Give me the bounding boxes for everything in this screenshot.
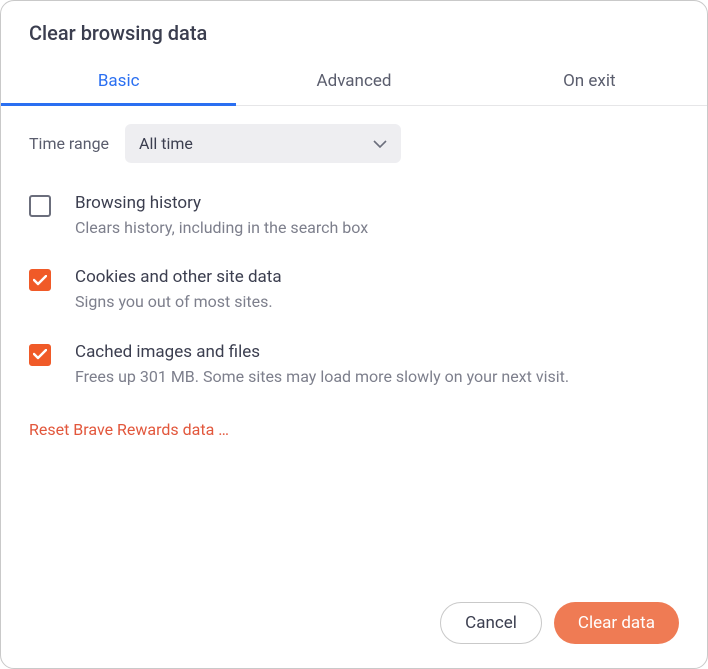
- clear-data-button[interactable]: Clear data: [554, 602, 679, 644]
- tab-basic-label: Basic: [98, 71, 140, 91]
- option-browsing-history: Browsing history Clears history, includi…: [29, 193, 679, 239]
- option-text: Cookies and other site data Signs you ou…: [75, 267, 679, 313]
- tab-advanced-label: Advanced: [317, 71, 392, 91]
- option-text: Cached images and files Frees up 301 MB.…: [75, 342, 679, 388]
- option-cached: Cached images and files Frees up 301 MB.…: [29, 342, 679, 388]
- reset-rewards-link[interactable]: Reset Brave Rewards data …: [29, 420, 229, 439]
- tab-advanced[interactable]: Advanced: [236, 59, 471, 105]
- tab-bar: Basic Advanced On exit: [1, 59, 707, 106]
- option-cookies: Cookies and other site data Signs you ou…: [29, 267, 679, 313]
- dialog-footer: Cancel Clear data: [1, 602, 707, 668]
- time-range-label: Time range: [29, 134, 109, 153]
- tab-on-exit-label: On exit: [563, 71, 615, 91]
- tab-on-exit[interactable]: On exit: [472, 59, 707, 105]
- clear-browsing-data-dialog: Clear browsing data Basic Advanced On ex…: [0, 0, 708, 669]
- option-desc: Frees up 301 MB. Some sites may load mor…: [75, 366, 679, 388]
- time-range-select[interactable]: All time: [125, 124, 401, 163]
- cancel-button[interactable]: Cancel: [440, 602, 542, 644]
- checkbox-browsing-history[interactable]: [29, 195, 51, 217]
- option-title: Cookies and other site data: [75, 267, 679, 287]
- dialog-title: Clear browsing data: [1, 1, 707, 59]
- option-title: Cached images and files: [75, 342, 679, 362]
- dialog-content: Time range All time Browsing history Cle…: [1, 106, 707, 602]
- option-desc: Signs you out of most sites.: [75, 291, 679, 313]
- option-desc: Clears history, including in the search …: [75, 217, 679, 239]
- time-range-value: All time: [139, 134, 193, 153]
- chevron-down-icon: [373, 140, 387, 148]
- checkbox-cookies[interactable]: [29, 269, 51, 291]
- time-range-row: Time range All time: [29, 124, 679, 163]
- option-text: Browsing history Clears history, includi…: [75, 193, 679, 239]
- option-title: Browsing history: [75, 193, 679, 213]
- checkbox-cached[interactable]: [29, 344, 51, 366]
- tab-basic[interactable]: Basic: [1, 59, 236, 105]
